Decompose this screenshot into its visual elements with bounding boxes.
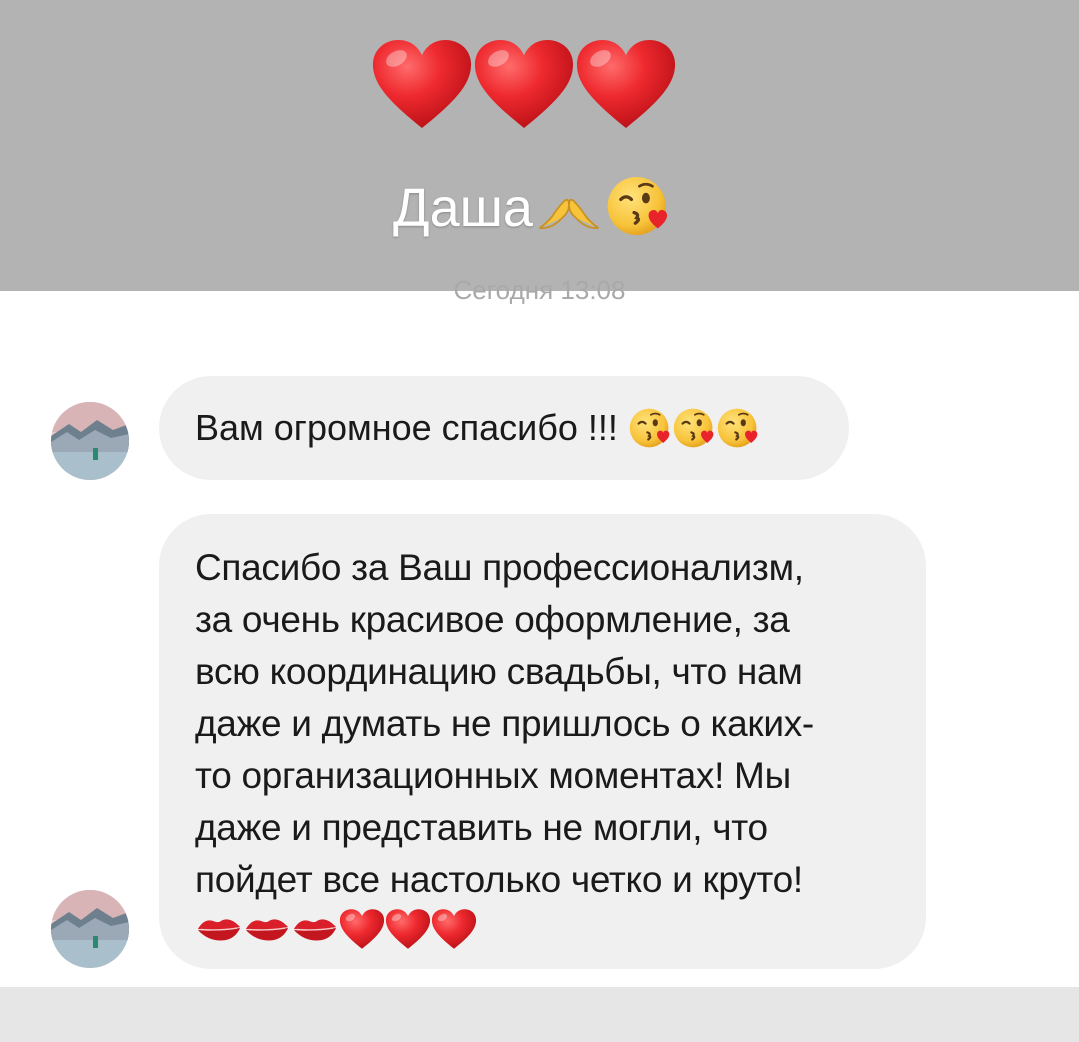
face-blowing-kiss-icon [672, 406, 716, 450]
message-line: всю координацию свадьбы, что нам [195, 651, 803, 692]
message-timestamp: Сегодня 13:08 [0, 280, 1079, 304]
avatar[interactable] [51, 890, 129, 968]
mountain-photo-avatar-icon [51, 402, 129, 480]
message-line: Спасибо за Ваш профессионализм, [195, 547, 804, 588]
red-heart-icon [339, 908, 385, 950]
contact-name-text: Даша [393, 178, 533, 238]
message-line: то организационных моментах! Мы [195, 755, 791, 796]
mountain-photo-avatar-icon [51, 890, 129, 968]
red-heart-icon [385, 908, 431, 950]
message-emoji-row [195, 908, 905, 950]
face-blowing-kiss-icon [628, 406, 672, 450]
face-blowing-kiss-icon [605, 173, 671, 239]
heart-hands-icon [535, 188, 603, 234]
face-blowing-kiss-icon [716, 406, 760, 450]
message-bubble[interactable]: Вам огромное спасибо !!! [159, 376, 849, 480]
chat-header: Даша [0, 0, 1079, 291]
contact-name[interactable]: Даша [393, 168, 671, 248]
message-line: пойдет все настолько четко и круто! [195, 859, 803, 900]
red-heart-icon [574, 38, 678, 130]
kiss-mark-icon [291, 914, 339, 944]
red-heart-icon [431, 908, 477, 950]
message-bubble[interactable]: Спасибо за Ваш профессионализм, за очень… [159, 514, 926, 969]
composer-bar[interactable] [0, 987, 1079, 1042]
kiss-mark-icon [243, 914, 291, 944]
red-heart-icon [472, 38, 576, 130]
red-heart-icon [370, 38, 474, 130]
header-hearts [370, 38, 680, 133]
avatar[interactable] [51, 402, 129, 480]
timestamp-text: Сегодня 13:08 [453, 280, 626, 304]
message-text: Вам огромное спасибо !!! [195, 407, 618, 448]
message-line: даже и думать не пришлось о каких- [195, 703, 814, 744]
message-line: за очень красивое оформление, за [195, 599, 790, 640]
kiss-mark-icon [195, 914, 243, 944]
message-line: даже и представить не могли, что [195, 807, 768, 848]
